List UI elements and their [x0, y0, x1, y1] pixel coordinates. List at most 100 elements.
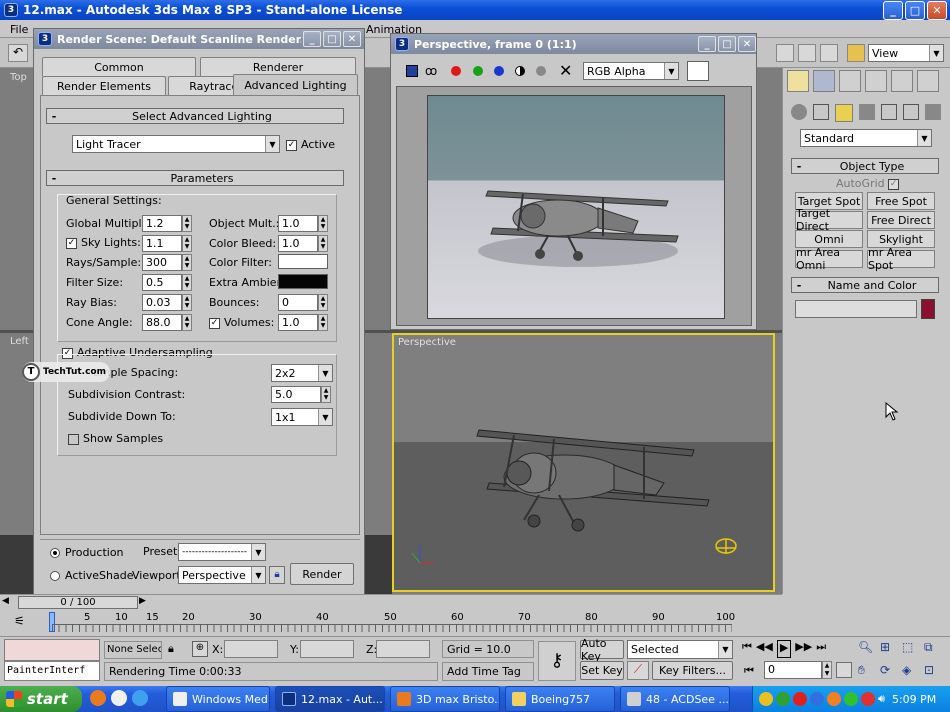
y-coord-input[interactable]: [300, 640, 354, 658]
zoom-extents-icon[interactable]: ⬚: [902, 640, 922, 661]
blue-channel-icon[interactable]: [494, 66, 504, 76]
perspective-viewport[interactable]: Perspective: [392, 333, 775, 592]
tray-icon[interactable]: [844, 692, 858, 706]
red-channel-icon[interactable]: [451, 66, 461, 76]
ie-icon[interactable]: [132, 690, 148, 706]
free-direct-button[interactable]: Free Direct: [867, 211, 935, 229]
hierarchy-tab-icon[interactable]: [839, 70, 861, 92]
key-filters-button[interactable]: Key Filters...: [652, 661, 733, 680]
object-type-rollout[interactable]: - Object Type: [791, 158, 939, 174]
bounces-input[interactable]: 0: [278, 294, 318, 311]
zoom-icon[interactable]: 🔍︎: [858, 640, 878, 661]
set-key-icon[interactable]: ⚷: [538, 641, 576, 681]
object-mult-input[interactable]: 1.0: [278, 215, 318, 232]
selected-dropdown[interactable]: Selected ▼: [627, 640, 733, 659]
shapes-icon[interactable]: [813, 104, 829, 120]
name-and-color-rollout[interactable]: - Name and Color: [791, 277, 939, 293]
lock-icon[interactable]: 🔒︎: [269, 566, 285, 584]
active-checkbox[interactable]: ✓ Active: [286, 138, 335, 151]
clear-icon[interactable]: ✕: [559, 61, 572, 80]
subdivision-contrast-spinner[interactable]: ▲ ▼: [321, 386, 331, 403]
previous-frame-icon[interactable]: ◀◀: [756, 640, 773, 658]
tray-icon[interactable]: [827, 692, 841, 706]
pan-icon[interactable]: ✋︎: [858, 663, 878, 684]
global-multiplier-spinner[interactable]: ▲ ▼: [182, 215, 192, 232]
go-to-end-icon[interactable]: ⏭: [816, 640, 826, 658]
time-slider[interactable]: ◀ 0 / 100 ▶: [0, 594, 782, 610]
color-bleed-spinner[interactable]: ▲ ▼: [318, 235, 328, 252]
volume-icon[interactable]: 🔊︎: [878, 692, 885, 706]
mr-area-spot-button[interactable]: mr Area Spot: [867, 246, 935, 272]
category-dropdown[interactable]: Standard ▼: [800, 129, 932, 147]
tray-icon[interactable]: [759, 692, 773, 706]
schematic-icon[interactable]: [820, 44, 838, 62]
green-channel-icon[interactable]: [473, 66, 483, 76]
clone-icon[interactable]: ꝏ: [425, 64, 437, 78]
volumes-spinner[interactable]: ▲ ▼: [318, 314, 328, 331]
tray-icon[interactable]: [861, 692, 875, 706]
maxscript-listener-box[interactable]: [4, 639, 100, 661]
time-slider-prev-icon[interactable]: ◀: [2, 596, 14, 609]
material-editor-icon[interactable]: [847, 44, 865, 62]
sky-lights-input[interactable]: 1.1: [142, 235, 182, 252]
taskbar-item-acdsee[interactable]: 48 - ACDSee ...: [620, 686, 730, 712]
maximize-button[interactable]: □: [905, 0, 925, 20]
filter-size-input[interactable]: 0.5: [142, 274, 182, 291]
object-mult-spinner[interactable]: ▲ ▼: [318, 215, 328, 232]
utilities-tab-icon[interactable]: [917, 70, 939, 92]
align-icon[interactable]: [798, 44, 816, 62]
tray-icon[interactable]: [776, 692, 790, 706]
motion-tab-icon[interactable]: [865, 70, 887, 92]
lights-icon[interactable]: [835, 104, 853, 122]
menu-file[interactable]: File: [10, 23, 28, 36]
maximize-button[interactable]: □: [323, 31, 341, 47]
select-advanced-lighting-rollout[interactable]: - Select Advanced Lighting: [46, 108, 344, 124]
maxscript-mini-listener[interactable]: PainterInterf: [4, 661, 100, 681]
tab-render-elements[interactable]: Render Elements: [42, 76, 166, 95]
taskbar-item-3dmax-bristol[interactable]: 3D max Bristo...: [390, 686, 500, 712]
render-button[interactable]: Render: [290, 563, 354, 585]
ray-bias-spinner[interactable]: ▲ ▼: [182, 294, 192, 311]
subdivide-down-dropdown[interactable]: 1x1 ▼: [271, 408, 333, 426]
close-button[interactable]: ✕: [343, 31, 361, 47]
target-direct-button[interactable]: Target Direct: [795, 207, 863, 233]
volumes-input[interactable]: 1.0: [278, 314, 318, 331]
activeshade-radio[interactable]: ActiveShade: [50, 569, 133, 582]
taskbar-item-windows-media[interactable]: Windows Med...: [166, 686, 270, 712]
save-icon[interactable]: [406, 65, 418, 77]
filter-size-spinner[interactable]: ▲ ▼: [182, 274, 192, 291]
viewport-label-top[interactable]: Top: [10, 72, 27, 83]
mono-icon[interactable]: [536, 66, 546, 76]
set-key-button[interactable]: Set Key: [580, 661, 624, 680]
maximize-button[interactable]: □: [718, 36, 736, 52]
field-of-view-icon[interactable]: ◈: [902, 663, 922, 684]
time-config-icon[interactable]: [836, 662, 852, 678]
orbit-icon[interactable]: ⟳: [880, 663, 900, 684]
alpha-channel-icon[interactable]: [515, 66, 525, 76]
channel-dropdown[interactable]: RGB Alpha ▼: [583, 62, 679, 80]
display-tab-icon[interactable]: [891, 70, 913, 92]
volumes-checkbox[interactable]: ✓ Volumes:: [209, 316, 274, 329]
zoom-all-icon[interactable]: ⊞: [880, 640, 900, 661]
selection-lock-icon[interactable]: 🔒︎: [168, 642, 174, 656]
taskbar-item-boeing757[interactable]: Boeing757: [505, 686, 615, 712]
skylight-helper-icon[interactable]: [714, 537, 740, 557]
track-bar[interactable]: ⚟ 5 10 15 20 30 40 50 60 70 80 90 100: [0, 610, 782, 636]
track-bar-icon[interactable]: ⚟: [14, 614, 25, 628]
helpers-icon[interactable]: [881, 104, 897, 120]
tab-common[interactable]: Common: [42, 57, 196, 76]
current-frame-spinner[interactable]: ▲ ▼: [822, 661, 832, 679]
bounces-spinner[interactable]: ▲ ▼: [318, 294, 328, 311]
tray-icon[interactable]: [793, 692, 807, 706]
auto-key-button[interactable]: Auto Key: [580, 637, 624, 663]
maximize-viewport-icon[interactable]: ⊡: [924, 663, 944, 684]
time-slider-next-icon[interactable]: ▶: [139, 596, 151, 609]
sky-lights-checkbox[interactable]: ✓ Sky Lights:: [66, 236, 141, 249]
zoom-extents-all-icon[interactable]: ⧉: [924, 640, 944, 661]
taskbar-item-3dsmax[interactable]: 12.max - Aut...: [275, 686, 385, 712]
cone-angle-spinner[interactable]: ▲ ▼: [182, 314, 192, 331]
firefox-icon[interactable]: [90, 690, 106, 706]
close-button[interactable]: ✕: [927, 0, 947, 20]
app-icon[interactable]: 3: [4, 3, 18, 17]
systems-icon[interactable]: [925, 104, 941, 120]
